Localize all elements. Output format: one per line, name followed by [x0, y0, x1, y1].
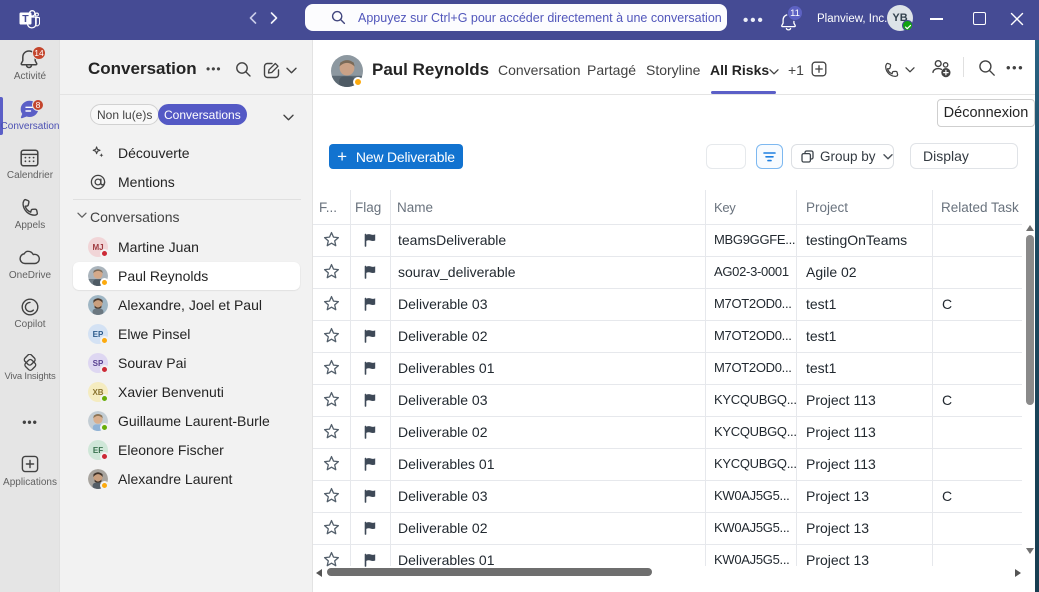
- svg-text:T: T: [22, 13, 29, 25]
